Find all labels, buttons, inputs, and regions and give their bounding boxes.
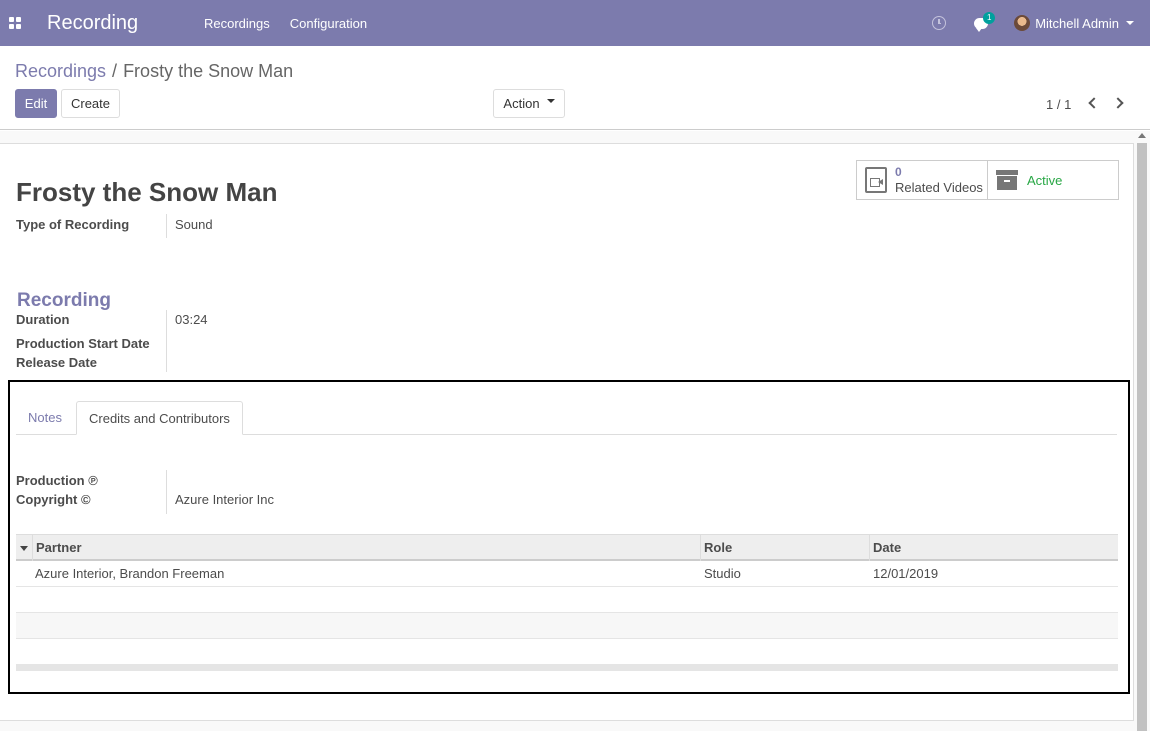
- edit-button[interactable]: Edit: [15, 89, 57, 118]
- chat-count-badge: 1: [983, 11, 996, 24]
- chevron-left-icon: [1088, 97, 1100, 109]
- activity-clock-icon[interactable]: [932, 16, 947, 30]
- related-videos-label: Related Videos: [895, 180, 983, 195]
- breadcrumb: Recordings / Frosty the Snow Man: [15, 61, 293, 82]
- notebook-highlight-frame: [8, 380, 1130, 694]
- archive-icon: [996, 170, 1018, 190]
- section-title-recording: Recording: [17, 290, 111, 311]
- breadcrumb-current: Frosty the Snow Man: [123, 61, 294, 81]
- active-label: Active: [1027, 172, 1063, 188]
- user-menu[interactable]: Mitchell Admin: [1014, 15, 1134, 31]
- chevron-down-icon: [1126, 21, 1134, 25]
- app-title: Recording: [47, 11, 139, 34]
- chevron-right-icon: [1112, 97, 1124, 109]
- action-dropdown-button[interactable]: Action: [493, 89, 565, 118]
- duration-value[interactable]: 03:24: [175, 312, 208, 327]
- create-button[interactable]: Create: [61, 89, 120, 118]
- scroll-up-arrow-icon[interactable]: [1138, 133, 1146, 138]
- pager-value[interactable]: 1 / 1: [1046, 97, 1071, 112]
- action-label: Action: [503, 96, 540, 111]
- breadcrumb-parent[interactable]: Recordings: [15, 61, 106, 82]
- breadcrumb-separator: /: [112, 61, 118, 81]
- video-icon: [865, 167, 887, 193]
- related-videos-button[interactable]: 0 Related Videos: [856, 160, 988, 200]
- vertical-scrollbar[interactable]: [1137, 143, 1147, 731]
- main-menu: Recordings Configuration: [187, 16, 387, 31]
- pager-previous-button[interactable]: [1087, 97, 1100, 109]
- menu-item-recordings[interactable]: Recordings: [204, 16, 270, 31]
- form-content: Frosty the Snow Man 0 Related Videos Act…: [0, 131, 1150, 731]
- avatar: [1014, 15, 1031, 31]
- type-of-recording-label: Type of Recording: [16, 217, 130, 232]
- record-title: Frosty the Snow Man: [16, 177, 278, 207]
- pager-next-button[interactable]: [1112, 97, 1124, 109]
- messaging-menu[interactable]: 1: [974, 11, 996, 32]
- active-toggle-button[interactable]: Active: [987, 160, 1119, 200]
- top-navbar: Recording Recordings Configuration 1 Mit…: [0, 0, 1150, 46]
- chevron-down-icon: [546, 99, 555, 103]
- user-name: Mitchell Admin: [1035, 15, 1119, 31]
- control-panel: Recordings / Frosty the Snow Man Edit Cr…: [0, 46, 1150, 130]
- release-date-label: Release Date: [16, 355, 97, 370]
- type-of-recording-value[interactable]: Sound: [175, 217, 213, 232]
- duration-label: Duration: [16, 312, 70, 327]
- apps-menu-icon[interactable]: [0, 0, 30, 46]
- menu-item-configuration[interactable]: Configuration: [290, 16, 367, 31]
- related-videos-count: 0: [895, 165, 902, 179]
- production-start-date-label: Production Start Date: [16, 336, 150, 351]
